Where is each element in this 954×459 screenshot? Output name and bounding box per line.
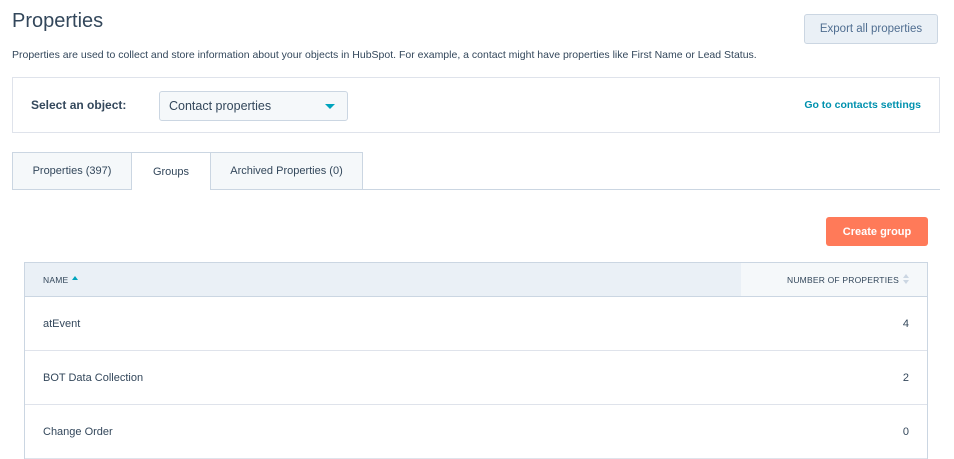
sort-icon: [903, 274, 909, 284]
groups-table: NAME NUMBER OF PROPERTIES atEvent 4 BOT …: [24, 262, 928, 459]
sort-ascending-icon: [72, 275, 79, 285]
go-to-contacts-settings-link[interactable]: Go to contacts settings: [804, 99, 921, 111]
object-select-value: Contact properties: [169, 99, 272, 113]
page-title: Properties: [12, 10, 104, 32]
page-description: Properties are used to collect and store…: [12, 49, 757, 61]
column-header-name-label: NAME: [43, 275, 69, 285]
tab-archived-properties[interactable]: Archived Properties (0): [210, 152, 363, 189]
column-header-count-label: NUMBER OF PROPERTIES: [787, 275, 899, 285]
group-name[interactable]: Change Order: [43, 426, 113, 438]
group-property-count: 4: [902, 318, 909, 330]
object-select-dropdown[interactable]: Contact properties: [159, 91, 348, 121]
group-property-count: 0: [902, 426, 909, 438]
object-selector-panel: Select an object: Contact properties Go …: [12, 77, 940, 133]
group-name[interactable]: BOT Data Collection: [43, 372, 143, 384]
tab-properties[interactable]: Properties (397): [12, 152, 132, 189]
group-name[interactable]: atEvent: [43, 318, 80, 330]
export-all-properties-button[interactable]: Export all properties: [804, 14, 938, 44]
table-row: atEvent 4: [25, 297, 927, 351]
column-header-name[interactable]: NAME: [43, 275, 79, 285]
table-row: Change Order 0: [25, 405, 927, 459]
caret-down-icon: [325, 104, 335, 109]
table-row: BOT Data Collection 2: [25, 351, 927, 405]
select-object-label: Select an object:: [31, 98, 127, 112]
group-property-count: 2: [902, 372, 909, 384]
table-header: NAME NUMBER OF PROPERTIES: [25, 263, 927, 297]
tab-groups[interactable]: Groups: [131, 152, 211, 190]
column-header-number-of-properties[interactable]: NUMBER OF PROPERTIES: [741, 263, 927, 296]
create-group-button[interactable]: Create group: [826, 217, 928, 246]
